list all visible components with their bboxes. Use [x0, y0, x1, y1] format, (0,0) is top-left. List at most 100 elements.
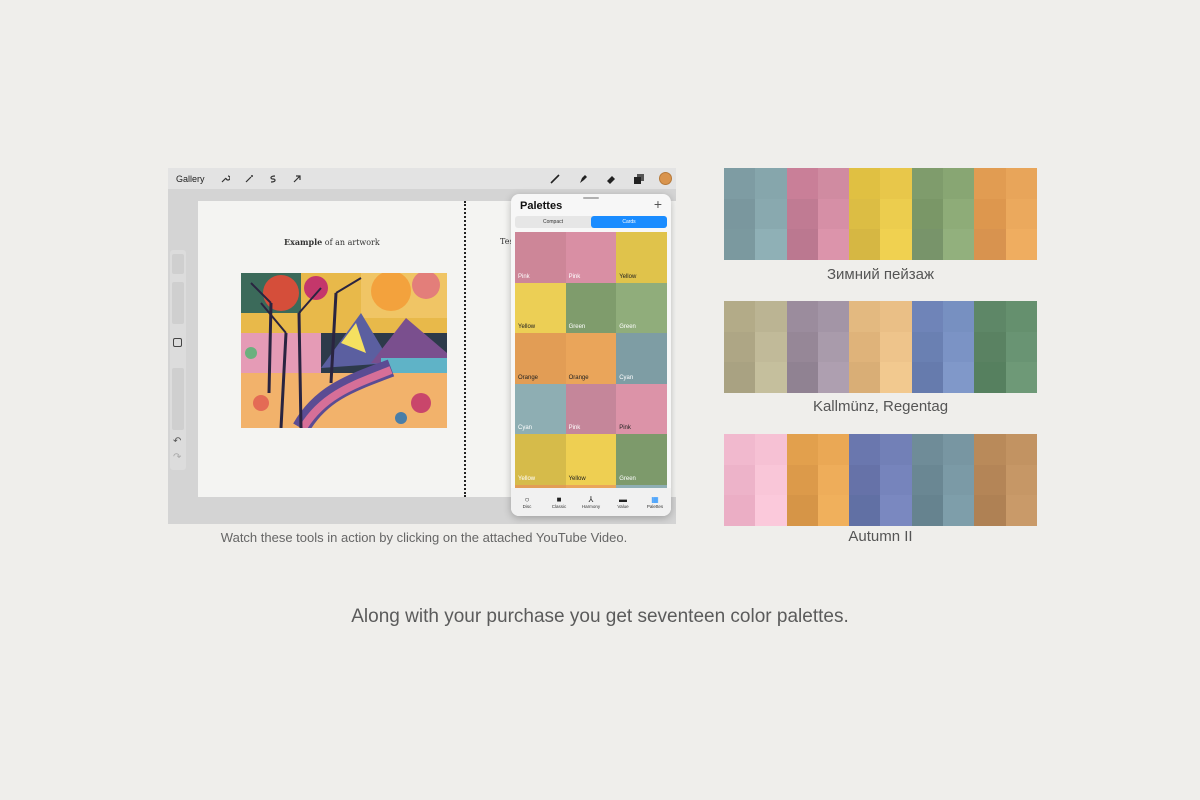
- color-swatch: [911, 229, 944, 260]
- palette-card-label: Pink: [619, 425, 631, 432]
- color-swatch: [755, 331, 787, 363]
- palette-card[interactable]: Yellow: [616, 232, 667, 283]
- palette-card[interactable]: Cyan: [515, 383, 566, 435]
- tab-label: Classic: [551, 504, 567, 509]
- tab-harmony[interactable]: ⅄ Harmony: [575, 488, 607, 516]
- color-swatch: [974, 362, 1006, 393]
- redo-icon[interactable]: ↷: [173, 452, 181, 463]
- color-swatch: [911, 198, 944, 230]
- color-swatch: [724, 198, 756, 230]
- color-swatch: [911, 331, 944, 363]
- example-artwork-image: [241, 273, 447, 428]
- color-swatch: [724, 464, 756, 496]
- selection-icon[interactable]: [267, 173, 279, 185]
- palette-card-label: Pink: [568, 273, 581, 280]
- palettes-title: Palettes: [520, 200, 563, 212]
- layers-icon[interactable]: [633, 173, 645, 185]
- undo-icon[interactable]: ↶: [173, 436, 181, 447]
- color-swatch: [911, 301, 944, 332]
- color-swatch: [849, 301, 881, 332]
- magic-wand-icon[interactable]: [243, 173, 255, 185]
- color-swatch: [724, 168, 756, 199]
- eraser-icon[interactable]: [605, 173, 617, 185]
- color-swatch: [786, 495, 818, 526]
- tab-label: Value: [617, 504, 629, 509]
- palette-card-label: Yellow: [568, 475, 586, 482]
- palette-card-label: Yellow: [518, 475, 536, 482]
- color-swatch: [817, 229, 850, 260]
- color-swatch: [786, 229, 818, 260]
- wrench-icon[interactable]: [219, 173, 231, 185]
- color-swatch: [817, 331, 850, 363]
- color-swatch: [880, 198, 912, 230]
- color-swatch: [1005, 198, 1037, 230]
- transform-arrow-icon[interactable]: [291, 173, 303, 185]
- video-caption: Watch these tools in action by clicking …: [220, 530, 628, 545]
- smudge-icon[interactable]: [577, 173, 589, 185]
- gallery-button[interactable]: Gallery: [176, 174, 205, 184]
- palette-card[interactable]: Cyan: [616, 333, 667, 384]
- color-swatch: [786, 168, 818, 199]
- color-swatch: [755, 229, 787, 260]
- color-swatch: [817, 495, 850, 526]
- color-swatch: [974, 434, 1006, 465]
- tab-value[interactable]: ▬ Value: [607, 488, 639, 516]
- color-swatch: [817, 362, 850, 393]
- color-group: [724, 168, 787, 260]
- palette-card[interactable]: Yellow: [515, 282, 566, 334]
- palette-card[interactable]: Yellow: [515, 434, 566, 485]
- color-swatch: [786, 362, 818, 393]
- palette-card[interactable]: Pink: [515, 232, 566, 283]
- tab-label: Harmony: [581, 504, 601, 509]
- classic-icon: ■: [556, 495, 562, 504]
- compact-view-button[interactable]: Compact: [515, 216, 591, 228]
- palette-card[interactable]: Orange: [565, 333, 617, 384]
- palette-card[interactable]: Green: [565, 282, 617, 334]
- plus-icon[interactable]: +: [654, 196, 662, 212]
- color-tab-bar: ○ Disc ■ Classic ⅄ Harmony ▬ Value ▦ Palettes: [511, 488, 671, 516]
- brush-size-slider[interactable]: [172, 254, 184, 274]
- palette-card-label: Cyan: [619, 374, 634, 381]
- modify-square-icon[interactable]: [173, 338, 182, 347]
- palette-card[interactable]: Pink: [616, 383, 667, 435]
- palette-card[interactable]: Orange: [515, 333, 566, 384]
- palette-card[interactable]: Pink: [565, 383, 617, 435]
- top-toolbar: Gallery: [168, 168, 676, 189]
- palette-card-label: Pink: [518, 273, 530, 280]
- page-divider: [464, 201, 466, 497]
- opacity-slider[interactable]: [172, 368, 184, 430]
- color-swatch: [880, 331, 912, 363]
- panel-grabber[interactable]: [583, 197, 599, 199]
- tab-disc[interactable]: ○ Disc: [511, 488, 543, 516]
- cards-view-button[interactable]: Cards: [591, 216, 667, 228]
- color-swatch: [755, 464, 787, 496]
- color-swatch: [724, 362, 756, 393]
- color-swatch: [755, 495, 787, 526]
- color-swatch: [849, 434, 881, 465]
- brush-icon[interactable]: [549, 173, 561, 185]
- tab-palettes[interactable]: ▦ Palettes: [639, 488, 671, 516]
- color-swatch: [974, 331, 1006, 363]
- palette-strip-2: [724, 301, 1037, 393]
- tab-classic[interactable]: ■ Classic: [543, 488, 575, 516]
- procreate-window: Gallery ↶ ↷ Example of an artwork Tes Pa…: [168, 168, 676, 524]
- color-swatch: [943, 331, 975, 363]
- color-swatch: [849, 495, 881, 526]
- color-swatch: [943, 198, 975, 230]
- color-swatch: [786, 331, 818, 363]
- color-swatch: [974, 168, 1006, 199]
- footer-text: Along with your purchase you get sevente…: [351, 606, 849, 627]
- palette-card[interactable]: Yellow: [565, 434, 617, 485]
- current-color-button[interactable]: [659, 172, 672, 185]
- color-group: [911, 301, 975, 393]
- brush-size-track[interactable]: [172, 282, 184, 324]
- palette-card[interactable]: Pink: [565, 232, 617, 283]
- color-swatch: [1005, 362, 1037, 393]
- color-swatch: [911, 168, 944, 199]
- palette-name-1: Зимний пейзаж: [826, 266, 935, 283]
- color-swatch: [817, 464, 850, 496]
- palette-card[interactable]: Green: [616, 282, 667, 334]
- value-icon: ▬: [619, 495, 627, 504]
- palette-card[interactable]: Green: [616, 434, 667, 485]
- color-swatch: [943, 495, 975, 526]
